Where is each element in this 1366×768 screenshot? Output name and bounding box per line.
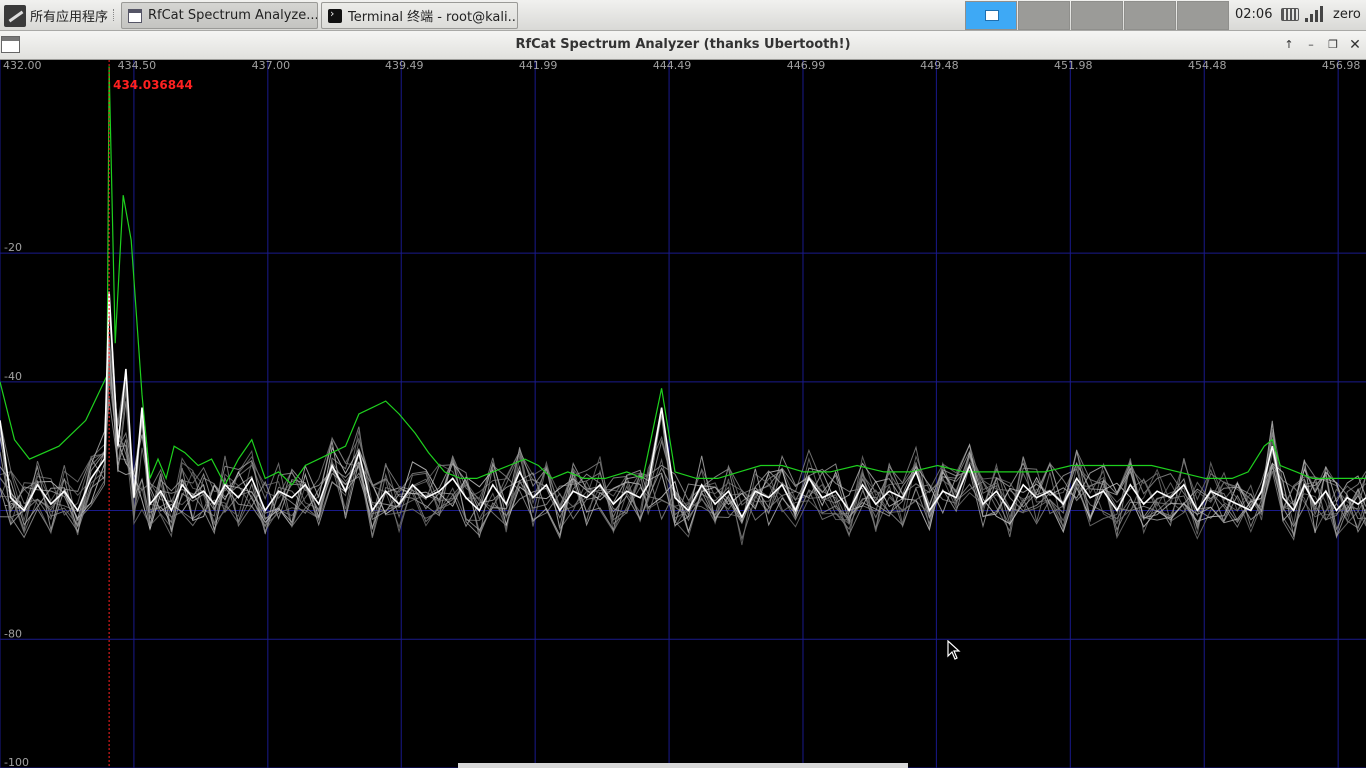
x-tick-label: 451.98: [1054, 60, 1093, 72]
terminal-icon: [328, 7, 342, 23]
x-tick-label: 434.50: [118, 60, 157, 72]
max-hold-trace: [0, 66, 1366, 487]
x-tick-label: 441.99: [519, 60, 558, 72]
applications-menu-button[interactable]: 所有应用程序: [2, 2, 120, 29]
maximize-icon[interactable]: ❐: [1326, 38, 1340, 52]
clock[interactable]: 02:06: [1235, 7, 1272, 22]
minimize-icon[interactable]: –: [1304, 38, 1318, 52]
spectrum-plot[interactable]: 432.00 434.50 437.00 439.49 441.99 444.49 446.…: [0, 60, 1366, 768]
window-thumbnail-icon: [985, 10, 999, 21]
mouse-pointer-icon: [947, 640, 961, 660]
y-tick-label: -80: [4, 627, 22, 640]
applications-menu-label: 所有应用程序: [30, 10, 109, 25]
task-label: RfCat Spectrum Analyze...: [148, 8, 318, 23]
current-trace: [0, 291, 1366, 519]
workspace-2[interactable]: [1018, 1, 1070, 30]
workspace-4[interactable]: [1124, 1, 1176, 30]
close-icon[interactable]: ✕: [1348, 38, 1362, 52]
kali-logo-icon: [4, 4, 26, 27]
keyboard-icon[interactable]: [1281, 8, 1299, 21]
window-titlebar[interactable]: RfCat Spectrum Analyzer (thanks Ubertoot…: [0, 31, 1366, 60]
y-tick-label: -20: [4, 241, 22, 254]
network-signal-icon[interactable]: [1305, 6, 1323, 22]
y-tick-label: -40: [4, 370, 22, 383]
frequency-marker-label: 434.036844: [113, 78, 193, 92]
history-trace: [0, 294, 1366, 540]
x-tick-label: 446.99: [787, 60, 826, 72]
x-tick-label: 437.00: [252, 60, 291, 72]
task-terminal[interactable]: Terminal 终端 - root@kali...: [321, 2, 518, 29]
workspace-5[interactable]: [1177, 1, 1229, 30]
user-menu[interactable]: zero: [1333, 7, 1361, 22]
taskbar-separator: [113, 9, 117, 21]
x-tick-label: 454.48: [1188, 60, 1227, 72]
x-tick-label: 444.49: [653, 60, 692, 72]
x-tick-label: 449.48: [920, 60, 959, 72]
workspace-3[interactable]: [1071, 1, 1123, 30]
task-label: Terminal 终端 - root@kali...: [348, 10, 518, 25]
x-tick-label: 456.98: [1322, 60, 1361, 72]
spectrum-chart: 432.00 434.50 437.00 439.49 441.99 444.49 446.…: [0, 60, 1366, 768]
workspace-1[interactable]: [965, 1, 1017, 30]
window-icon: [128, 8, 142, 23]
x-tick-label: 432.00: [3, 60, 42, 72]
window-title: RfCat Spectrum Analyzer (thanks Ubertoot…: [515, 37, 851, 52]
y-tick-label: -100: [4, 756, 29, 768]
workspace-pager: [965, 1, 1230, 30]
horizontal-scrollbar[interactable]: [458, 763, 908, 768]
task-rfcat-spectrum-analyzer[interactable]: RfCat Spectrum Analyze...: [121, 2, 318, 29]
taskbar: 所有应用程序 RfCat Spectrum Analyze... Termina…: [0, 0, 1366, 31]
shade-icon[interactable]: ↑: [1282, 38, 1296, 52]
x-tick-label: 439.49: [385, 60, 424, 72]
